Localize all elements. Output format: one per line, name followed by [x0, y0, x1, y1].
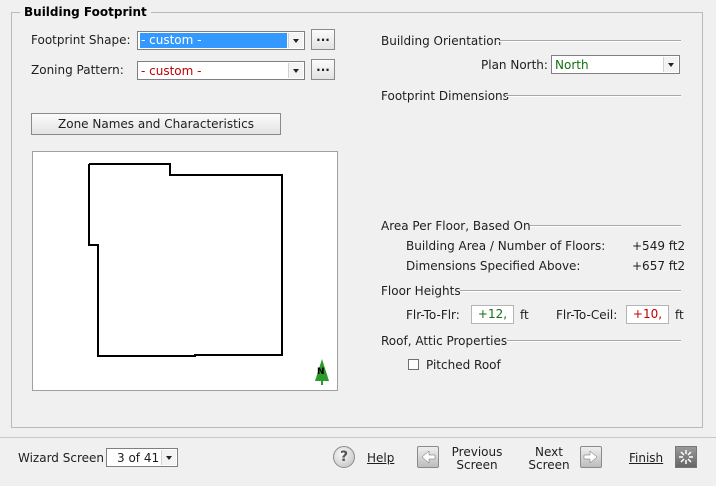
area-per-floor-heading: Area Per Floor, Based On — [381, 219, 531, 233]
north-label: N — [317, 367, 325, 377]
chevron-down-icon[interactable] — [288, 63, 303, 78]
previous-line2: Screen — [456, 458, 498, 472]
footprint-shape-label: Footprint Shape: — [31, 33, 131, 47]
help-label: Help — [367, 451, 395, 465]
next-line2: Screen — [528, 458, 570, 472]
previous-screen-button[interactable]: Previous Screen — [449, 446, 505, 472]
footprint-preview: N — [32, 151, 338, 391]
divider — [460, 290, 681, 292]
footprint-shape-browse-button[interactable]: ... — [311, 29, 335, 50]
footprint-dimensions-heading: Footprint Dimensions — [381, 89, 509, 103]
footprint-outline — [88, 163, 283, 357]
zoning-pattern-label: Zoning Pattern: — [31, 63, 124, 77]
wizard-screen-label: Wizard Screen — [18, 451, 104, 465]
north-arrow-icon: N — [315, 359, 329, 385]
floor-heights-heading: Floor Heights — [381, 284, 461, 298]
dimensions-specified-value: +657 ft2 — [632, 259, 686, 273]
divider — [507, 340, 681, 342]
help-icon[interactable]: ? — [333, 446, 355, 468]
flr-to-flr-label: Flr-To-Flr: — [406, 308, 460, 322]
next-arrow-icon[interactable] — [580, 446, 602, 468]
footprint-shape-value: - custom - — [140, 33, 287, 48]
zoning-pattern-value: - custom - — [141, 64, 202, 78]
building-area-label: Building Area / Number of Floors: — [406, 239, 606, 253]
flr-to-ceil-unit: ft — [675, 308, 684, 322]
wizard-screen-value: 3 of 41 — [117, 451, 160, 465]
building-orientation-heading: Building Orientation — [381, 34, 502, 48]
chevron-down-icon[interactable] — [161, 450, 176, 465]
wizard-screen-select[interactable]: 3 of 41 — [106, 448, 178, 467]
flr-to-ceil-input[interactable]: +10, — [626, 305, 669, 324]
finish-label: Finish — [629, 451, 664, 465]
dimensions-specified-label: Dimensions Specified Above: — [406, 259, 581, 273]
bottom-separator — [0, 437, 716, 438]
flr-to-flr-input[interactable]: +12, — [471, 305, 514, 324]
roof-attic-heading: Roof, Attic Properties — [381, 334, 508, 348]
help-button[interactable]: Help — [367, 451, 394, 465]
finish-icon[interactable] — [675, 446, 697, 468]
divider — [506, 95, 681, 97]
footprint-shape-select[interactable]: - custom - — [137, 31, 305, 50]
pitched-roof-label[interactable]: Pitched Roof — [426, 358, 501, 372]
zoning-pattern-browse-button[interactable]: ... — [311, 59, 335, 80]
divider — [499, 40, 681, 42]
chevron-down-icon[interactable] — [288, 33, 303, 48]
plan-north-select[interactable]: North — [551, 55, 680, 74]
flr-to-ceil-label: Flr-To-Ceil: — [556, 308, 618, 322]
next-screen-button[interactable]: Next Screen — [523, 446, 575, 472]
group-title: Building Footprint — [20, 5, 151, 19]
pitched-roof-checkbox[interactable] — [408, 359, 419, 370]
plan-north-value: North — [555, 58, 589, 72]
zoning-pattern-select[interactable]: - custom - — [137, 61, 305, 80]
chevron-down-icon[interactable] — [663, 57, 678, 72]
plan-north-label: Plan North: — [481, 58, 548, 72]
divider — [530, 225, 681, 227]
finish-button[interactable]: Finish — [629, 451, 663, 465]
footprint-polygon — [88, 163, 283, 357]
zone-names-button[interactable]: Zone Names and Characteristics — [31, 113, 281, 135]
flr-to-flr-unit: ft — [520, 308, 529, 322]
building-area-value: +549 ft2 — [632, 239, 686, 253]
previous-arrow-icon[interactable] — [417, 446, 439, 468]
